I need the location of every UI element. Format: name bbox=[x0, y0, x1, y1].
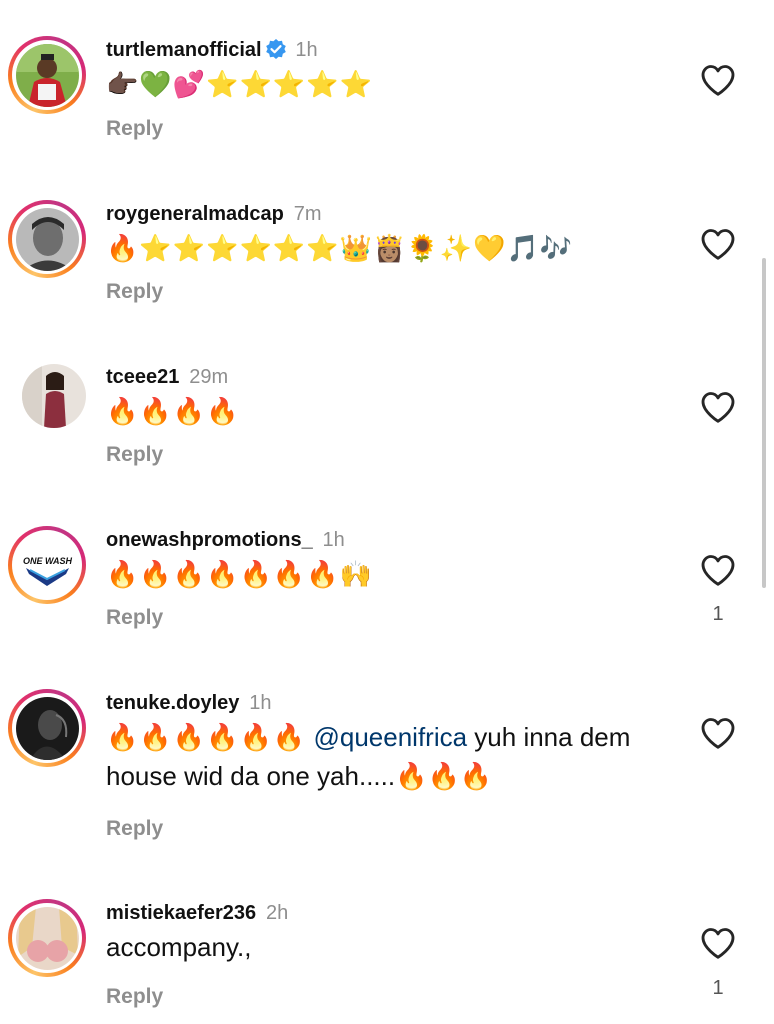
reply-button[interactable]: Reply bbox=[106, 117, 163, 141]
comment-text: 👉🏿💚💕⭐⭐⭐⭐⭐ bbox=[106, 70, 373, 100]
reply-button[interactable]: Reply bbox=[106, 443, 163, 467]
heart-outline-icon[interactable] bbox=[700, 390, 736, 424]
avatar-story-ring[interactable] bbox=[8, 200, 86, 278]
comment-text: 🔥🔥🔥🔥 bbox=[106, 397, 240, 427]
avatar bbox=[15, 696, 79, 760]
avatar[interactable] bbox=[22, 364, 86, 428]
avatar bbox=[15, 207, 79, 271]
comment-timestamp: 1h bbox=[322, 529, 345, 551]
svg-text:ONE WASH: ONE WASH bbox=[22, 556, 72, 566]
heart-outline-icon[interactable] bbox=[700, 716, 736, 750]
heart-outline-icon[interactable] bbox=[700, 553, 736, 587]
verified-badge-icon bbox=[265, 39, 286, 59]
mention-link[interactable]: @queenifrica bbox=[313, 722, 467, 752]
comment-timestamp: 1h bbox=[295, 39, 318, 61]
avatar-story-ring[interactable]: ONE WASH bbox=[8, 526, 86, 604]
comment-timestamp: 7m bbox=[293, 203, 322, 225]
like-count: 1 bbox=[712, 977, 724, 999]
avatar-story-ring[interactable] bbox=[8, 689, 86, 767]
comment-timestamp: 1h bbox=[249, 692, 272, 714]
comment-username[interactable]: roygeneralmadcap bbox=[106, 203, 284, 225]
heart-outline-icon[interactable] bbox=[700, 63, 736, 97]
comment-username[interactable]: onewashpromotions_ bbox=[106, 529, 313, 551]
comment-username[interactable]: turtlemanofficial bbox=[106, 39, 262, 61]
comment-username[interactable]: tceee21 bbox=[106, 366, 179, 388]
scrollbar[interactable] bbox=[762, 258, 766, 588]
reply-button[interactable]: Reply bbox=[106, 280, 163, 304]
avatar bbox=[15, 906, 79, 970]
avatar bbox=[15, 43, 79, 107]
heart-outline-icon[interactable] bbox=[700, 227, 736, 261]
avatar: ONE WASH bbox=[15, 533, 79, 597]
like-count: 1 bbox=[712, 603, 724, 625]
reply-button[interactable]: Reply bbox=[106, 606, 163, 630]
comment-text: 🔥🔥🔥🔥🔥🔥 @queenifrica yuh inna dem house w… bbox=[106, 722, 631, 791]
comment-timestamp: 29m bbox=[189, 366, 229, 388]
comment-text: 🔥🔥🔥🔥🔥🔥🔥🙌 bbox=[106, 560, 373, 590]
comment-text: accompany., bbox=[106, 932, 252, 962]
heart-outline-icon[interactable] bbox=[700, 926, 736, 960]
reply-button[interactable]: Reply bbox=[106, 985, 163, 1009]
comment-text: 🔥⭐⭐⭐⭐⭐⭐👑👸🏽🌻✨💛🎵🎶 bbox=[106, 234, 574, 264]
reply-button[interactable]: Reply bbox=[106, 817, 163, 841]
comment-username[interactable]: mistiekaefer236 bbox=[106, 902, 256, 924]
avatar-story-ring[interactable] bbox=[8, 899, 86, 977]
comment-timestamp: 2h bbox=[265, 902, 289, 924]
comment-username[interactable]: tenuke.doyley bbox=[106, 692, 239, 714]
avatar-story-ring[interactable] bbox=[8, 36, 86, 114]
